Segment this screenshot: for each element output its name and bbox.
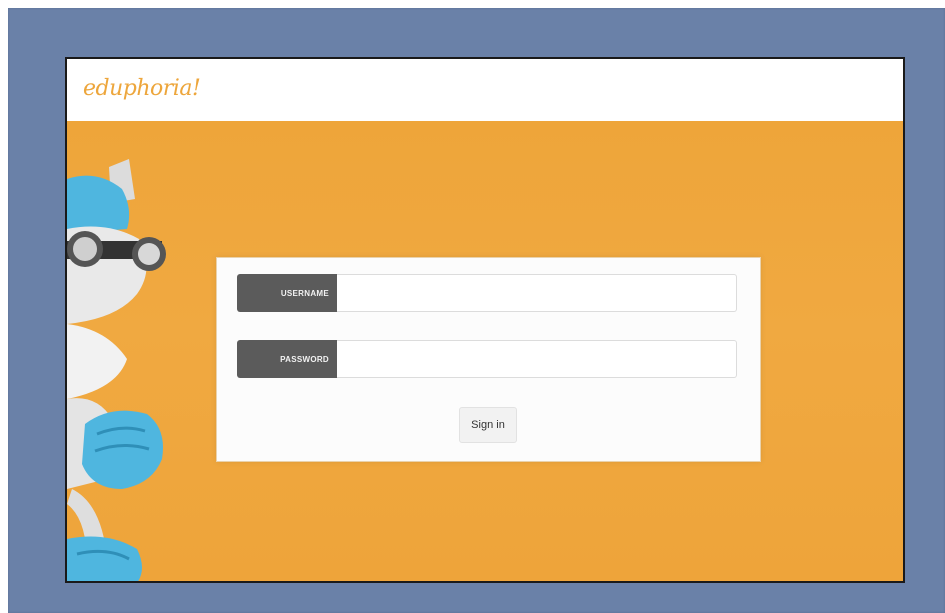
- eduphoria-logo[interactable]: eduphoria!: [83, 76, 201, 101]
- app-header: eduphoria!: [67, 59, 903, 122]
- username-label: USERNAME: [237, 274, 337, 312]
- app-window: eduphoria! USERNAME PASSWORD Sign in: [65, 57, 905, 583]
- login-page-body: USERNAME PASSWORD Sign in: [67, 121, 903, 581]
- mascot-fox-icon: [67, 159, 166, 581]
- sign-in-button[interactable]: Sign in: [459, 407, 517, 443]
- login-form: USERNAME PASSWORD Sign in: [216, 257, 761, 462]
- username-input[interactable]: [337, 274, 737, 312]
- outer-frame: eduphoria! USERNAME PASSWORD Sign in: [8, 8, 945, 613]
- username-field-row: USERNAME: [237, 274, 737, 312]
- password-label: PASSWORD: [237, 340, 337, 378]
- password-field-row: PASSWORD: [237, 340, 737, 378]
- password-input[interactable]: [337, 340, 737, 378]
